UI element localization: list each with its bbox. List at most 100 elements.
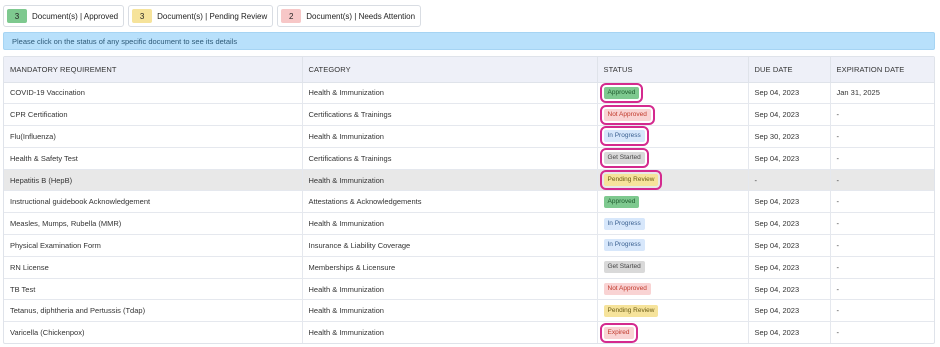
table-row[interactable]: Tetanus, diphtheria and Pertussis (Tdap)… [4,299,934,323]
approved-count: 3 [7,9,27,23]
table-row[interactable]: Varicella (Chickenpox) Health & Immunizat… [4,321,934,343]
table-row[interactable]: Health & Safety Test Certifications & Tra… [4,147,934,170]
expiration-date-cell: - [830,125,934,148]
status-badge[interactable]: In Progress [599,126,649,147]
table-row[interactable]: RN License Memberships & Licensure Get Sta… [4,256,934,279]
category-cell: Memberships & Licensure [302,256,598,279]
table-row[interactable]: TB Test Health & Immunization Not Approved… [4,278,934,301]
requirement-cell: Health & Safety Test [4,147,303,170]
status-cell: Get Started [597,256,749,279]
status-badge[interactable]: In Progress [603,217,645,230]
table-row[interactable]: Measles, Mumps, Rubella (MMR) Health & Im… [4,212,934,236]
expiration-date-cell: - [830,321,934,343]
column-header-category: CATEGORY [302,57,598,83]
status-badge[interactable]: Approved [603,195,640,208]
requirement-cell: Measles, Mumps, Rubella (MMR) [4,212,303,236]
status-badge[interactable]: In Progress [603,239,645,252]
info-banner-text: Please click on the status of any specif… [12,36,238,46]
category-cell: Health & Immunization [302,299,598,323]
category-cell: Attestations & Acknowledgements [302,190,598,214]
approved-summary-chip[interactable]: 3 Document(s) | Approved [3,5,125,27]
needs-attention-summary-label: Document(s) | Needs Attention [306,11,416,21]
requirement-cell: Physical Examination Form [4,234,303,257]
table-header-row: MANDATORY REQUIREMENT CATEGORY STATUS DU… [4,57,934,83]
table-row[interactable]: Instructional guidebook Acknowledgement A… [4,190,934,214]
category-cell: Health & Immunization [302,321,598,343]
status-cell: Pending Review [597,299,749,323]
status-cell: Get Started [597,147,749,170]
due-date-cell: Sep 04, 2023 [748,321,831,343]
due-date-cell: - [748,169,831,192]
table-row[interactable]: COVID-19 Vaccination Health & Immunizatio… [4,82,934,105]
expiration-date-cell: - [830,169,934,192]
expiration-date-cell: Jan 31, 2025 [830,82,934,105]
status-cell: In Progress [597,212,749,236]
expiration-date-cell: - [830,147,934,170]
info-banner: Please click on the status of any specif… [3,32,935,50]
requirement-cell: Hepatitis B (HepB) [4,169,303,192]
table-row[interactable]: Flu(Influenza) Health & Immunization In Pr… [4,125,934,148]
pending-review-summary-chip[interactable]: 3 Document(s) | Pending Review [128,5,274,27]
table-row[interactable]: Hepatitis B (HepB) Health & Immunization P… [4,169,934,192]
approved-summary-label: Document(s) | Approved [32,11,119,21]
status-cell: In Progress [597,125,749,148]
due-date-cell: Sep 30, 2023 [748,125,831,148]
table-row[interactable]: CPR Certification Certifications & Traini… [4,103,934,127]
requirement-cell: RN License [4,256,303,279]
expiration-date-cell: - [830,234,934,257]
pending-review-count: 3 [132,9,153,23]
status-cell: Not Approved [597,278,749,301]
category-cell: Certifications & Trainings [302,103,598,127]
status-badge[interactable]: Pending Review [599,170,663,190]
table-row[interactable]: Physical Examination Form Insurance & Lia… [4,234,934,257]
due-date-cell: Sep 04, 2023 [748,234,831,257]
requirement-cell: TB Test [4,278,303,301]
requirement-cell: CPR Certification [4,103,303,127]
status-badge[interactable]: Get Started [603,261,645,274]
status-cell: Not Approved [597,103,749,127]
due-date-cell: Sep 04, 2023 [748,212,831,236]
due-date-cell: Sep 04, 2023 [748,147,831,170]
needs-attention-summary-chip[interactable]: 2 Document(s) | Needs Attention [277,5,422,27]
column-header-expiration-date: EXPIRATION DATE [830,57,934,83]
status-cell: Approved [597,82,749,105]
status-cell: Pending Review [597,169,749,192]
column-header-requirement: MANDATORY REQUIREMENT [4,57,303,83]
due-date-cell: Sep 04, 2023 [748,82,831,105]
due-date-cell: Sep 04, 2023 [748,103,831,127]
category-cell: Health & Immunization [302,169,598,192]
category-cell: Health & Immunization [302,125,598,148]
status-cell: Expired [597,321,749,343]
expiration-date-cell: - [830,212,934,236]
expiration-date-cell: - [830,299,934,323]
status-badge[interactable]: Approved [599,82,644,103]
status-badge[interactable]: Not Approved [603,283,651,296]
pending-review-summary-label: Document(s) | Pending Review [157,11,268,21]
expiration-date-cell: - [830,190,934,214]
due-date-cell: Sep 04, 2023 [748,190,831,214]
status-badge[interactable]: Get Started [599,148,649,169]
category-cell: Health & Immunization [302,82,598,105]
needs-attention-count: 2 [281,9,302,23]
category-cell: Certifications & Trainings [302,147,598,170]
requirement-cell: Instructional guidebook Acknowledgement [4,190,303,214]
requirement-cell: Tetanus, diphtheria and Pertussis (Tdap) [4,299,303,323]
requirements-table: MANDATORY REQUIREMENT CATEGORY STATUS DU… [3,56,935,344]
status-badge[interactable]: Not Approved [599,104,655,125]
status-cell: In Progress [597,234,749,257]
due-date-cell: Sep 04, 2023 [748,278,831,301]
requirement-cell: COVID-19 Vaccination [4,82,303,105]
expiration-date-cell: - [830,103,934,127]
column-header-status: STATUS [597,57,749,83]
status-badge[interactable]: Pending Review [603,304,659,317]
column-header-due-date: DUE DATE [748,57,831,83]
expiration-date-cell: - [830,256,934,279]
category-cell: Health & Immunization [302,212,598,236]
requirement-cell: Flu(Influenza) [4,125,303,148]
requirement-cell: Varicella (Chickenpox) [4,321,303,343]
category-cell: Insurance & Liability Coverage [302,234,598,257]
due-date-cell: Sep 04, 2023 [748,299,831,323]
due-date-cell: Sep 04, 2023 [748,256,831,279]
status-badge[interactable]: Expired [599,322,638,343]
status-summary: 3 Document(s) | Approved 3 Document(s) |… [3,5,422,27]
